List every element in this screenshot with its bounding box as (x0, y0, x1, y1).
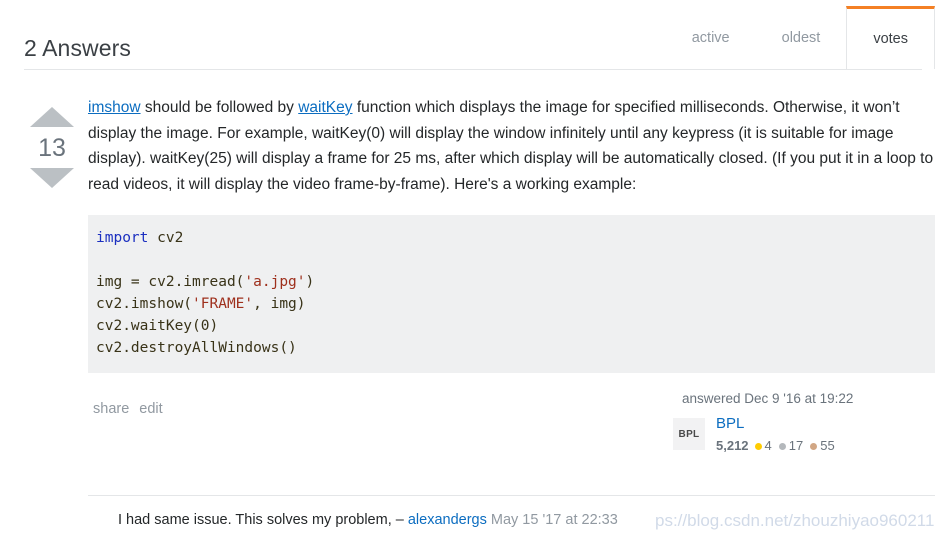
answered-timestamp: answered Dec 9 '16 at 19:22 (682, 391, 854, 406)
avatar[interactable]: BPL (673, 418, 705, 450)
code-token-plain: cv2.waitKey(0) (96, 318, 219, 334)
link-imshow[interactable]: imshow (88, 99, 141, 116)
code-token-plain: cv2 (148, 230, 184, 246)
comment-timestamp: May 15 '17 at 22:33 (486, 512, 618, 528)
edit-link[interactable]: edit (139, 401, 162, 417)
tab-oldest[interactable]: oldest (756, 6, 847, 69)
post-menu: share edit (93, 401, 173, 417)
silver-badge-group[interactable]: 17 (778, 437, 804, 455)
comment-author-link[interactable]: alexandergs (408, 512, 487, 528)
answer-text-segment-1: should be followed by (140, 99, 299, 116)
gold-badge-group[interactable]: 4 (754, 437, 772, 455)
answer-body-text: imshow should be followed by waitKey fun… (88, 95, 935, 197)
silver-badge-icon (778, 442, 786, 450)
comment-item: I had same issue. This solves my problem… (88, 496, 935, 530)
code-token-plain: img = cv2.imread( (96, 274, 245, 290)
code-token-plain: cv2.imshow( (96, 296, 193, 312)
answer-content: imshow should be followed by waitKey fun… (88, 95, 935, 463)
vote-count: 13 (38, 134, 66, 162)
header-divider (24, 69, 922, 70)
answer-footer: share edit answered Dec 9 '16 at 19:22 BP… (88, 391, 935, 463)
gold-badge-count: 4 (764, 438, 772, 453)
code-content: import cv2 img = cv2.imread('a.jpg') cv2… (96, 230, 314, 356)
code-token-plain: , img) (253, 296, 306, 312)
tab-active[interactable]: active (666, 6, 756, 69)
share-link[interactable]: share (93, 401, 129, 417)
code-token-str: 'a.jpg' (244, 274, 306, 290)
tab-votes[interactable]: votes (846, 6, 935, 69)
page-title: 2 Answers (24, 35, 132, 62)
code-token-kw: import (96, 230, 149, 246)
code-token-plain: cv2.destroyAllWindows() (96, 340, 297, 356)
answers-header: 2 Answers active oldest votes (0, 0, 946, 70)
code-token-str: 'FRAME' (192, 296, 254, 312)
downvote-arrow-icon[interactable] (30, 168, 74, 188)
code-token-plain: ) (305, 274, 315, 290)
gold-badge-icon (754, 442, 762, 450)
bronze-badge-count: 55 (820, 438, 835, 453)
user-name-link[interactable]: BPL (716, 415, 744, 432)
bronze-badge-icon (810, 442, 818, 450)
user-details: BPL 5,212 4 17 55 (716, 415, 842, 455)
code-block: import cv2 img = cv2.imread('a.jpg') cv2… (88, 215, 935, 373)
upvote-arrow-icon[interactable] (30, 107, 74, 127)
vote-controls: 13 (24, 107, 80, 188)
comments-section: I had same issue. This solves my problem… (88, 495, 935, 530)
user-row: BPL BPL 5,212 4 17 55 (673, 415, 923, 455)
comment-text: I had same issue. This solves my problem… (118, 512, 408, 528)
user-card: answered Dec 9 '16 at 19:22 BPL BPL 5,21… (673, 391, 923, 455)
link-waitkey[interactable]: waitKey (298, 99, 352, 116)
bronze-badge-group[interactable]: 55 (810, 437, 835, 455)
user-reputation-badges: 5,212 4 17 55 (716, 437, 842, 455)
answer-sort-tabs: active oldest votes (666, 6, 935, 69)
silver-badge-count: 17 (788, 438, 804, 453)
reputation-score: 5,212 (716, 438, 749, 453)
